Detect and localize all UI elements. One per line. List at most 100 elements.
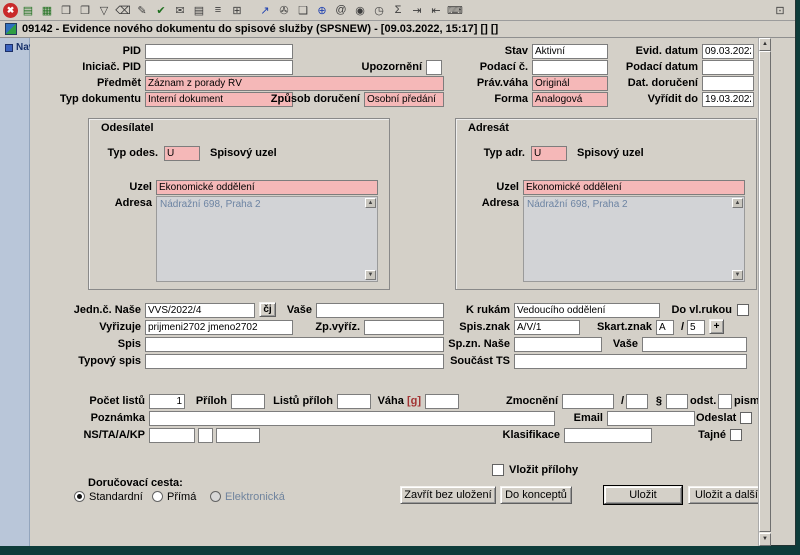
soucast-ts-field[interactable]: [514, 354, 747, 369]
podaci-c-label: Podací č.: [479, 61, 528, 73]
document-icon[interactable]: ▤: [190, 2, 208, 18]
help-icon[interactable]: ⊡: [771, 2, 789, 18]
print-icon[interactable]: ❒: [57, 2, 75, 18]
spis-label: Spis: [117, 338, 141, 350]
evid-datum-field[interactable]: [702, 44, 754, 59]
skart-znak-field[interactable]: [656, 320, 674, 335]
list-icon[interactable]: ≡: [209, 2, 227, 18]
spis-field[interactable]: [145, 337, 444, 352]
radio-prima[interactable]: [152, 491, 163, 502]
save-icon[interactable]: ▦: [38, 2, 56, 18]
email-at-icon[interactable]: @: [332, 2, 350, 18]
zp-vyriz-label: Zp.vyříz.: [315, 321, 360, 333]
scroll-down-icon[interactable]: ▼: [732, 270, 743, 280]
vyridit-do-field[interactable]: [702, 92, 754, 107]
vyrizuje-field[interactable]: [145, 320, 293, 335]
goto-icon[interactable]: ↗: [256, 2, 274, 18]
vyridit-do-label: Vyřídit do: [647, 93, 698, 105]
pocet-listu-field[interactable]: [149, 394, 185, 409]
confirm-icon[interactable]: ✔: [152, 2, 170, 18]
k-rukam-field[interactable]: [514, 303, 660, 318]
do-vl-rukou-checkbox[interactable]: [737, 304, 749, 316]
scrollbar-up-icon[interactable]: ▲: [759, 38, 771, 51]
podaci-c-field[interactable]: [532, 60, 608, 75]
eye-icon[interactable]: ◉: [351, 2, 369, 18]
titlebar: 09142 - Evidence nového dokumentu do spi…: [0, 21, 795, 38]
edit-icon[interactable]: ✎: [133, 2, 151, 18]
to-drafts-button[interactable]: Do konceptů: [500, 486, 572, 504]
forma-field[interactable]: [532, 92, 608, 107]
vlozit-prilohy-checkbox[interactable]: [492, 464, 504, 476]
odeslat-checkbox[interactable]: [740, 412, 752, 424]
exit-icon[interactable]: ✖: [3, 2, 18, 18]
spis-znak-field[interactable]: [514, 320, 580, 335]
radio-standardni[interactable]: [74, 491, 85, 502]
odst-field[interactable]: [718, 394, 732, 409]
keyboard-icon[interactable]: ⌨: [446, 2, 464, 18]
vase-field[interactable]: [316, 303, 444, 318]
copy-icon[interactable]: ❐: [76, 2, 94, 18]
ns-field-2[interactable]: [198, 428, 213, 443]
skart-lhuta-field[interactable]: [687, 320, 705, 335]
scroll-up-icon[interactable]: ▲: [732, 198, 743, 208]
predmet-field[interactable]: [145, 76, 444, 91]
filter-icon[interactable]: ▽: [95, 2, 113, 18]
email-field[interactable]: [607, 411, 695, 426]
skart-plus-button[interactable]: +: [709, 319, 724, 334]
adresat-adresa-field[interactable]: Nádražní 698, Praha 2 ▲ ▼: [523, 196, 745, 282]
mail-icon[interactable]: ✉: [171, 2, 189, 18]
poznamka-field[interactable]: [149, 411, 555, 426]
save-button[interactable]: Uložit: [603, 485, 683, 505]
clock-icon[interactable]: ◷: [370, 2, 388, 18]
grid-icon[interactable]: ⊞: [228, 2, 246, 18]
ns-field-3[interactable]: [216, 428, 260, 443]
iniciac-pid-field[interactable]: [145, 60, 293, 75]
typ-adr-field[interactable]: [531, 146, 567, 161]
ns-field-1[interactable]: [149, 428, 195, 443]
radio-elektronicka: [210, 491, 221, 502]
nav-panel[interactable]: Nav: [0, 38, 34, 546]
odesilatel-adresa-field[interactable]: Nádražní 698, Praha 2 ▲ ▼: [156, 196, 378, 282]
close-without-save-button[interactable]: Zavřít bez uložení: [400, 486, 496, 504]
vertical-scrollbar[interactable]: ▲ ▼: [758, 38, 771, 546]
typ-adr-label: Typ adr.: [483, 147, 525, 159]
scrollbar-down-icon[interactable]: ▼: [759, 533, 771, 546]
sp-zn-vase-label: Vaše: [612, 338, 638, 350]
odesilatel-adresa-text: Nádražní 698, Praha 2: [160, 199, 261, 210]
cj-button[interactable]: čj: [259, 302, 276, 317]
podaci-datum-field[interactable]: [702, 60, 754, 75]
pid-field[interactable]: [145, 44, 293, 59]
paragraf-field[interactable]: [666, 394, 688, 409]
odesilatel-uzel-field[interactable]: [156, 180, 378, 195]
poznamka-label: Poznámka: [90, 412, 145, 424]
scroll-down-icon[interactable]: ▼: [365, 270, 376, 280]
typ-odes-field[interactable]: [164, 146, 200, 161]
typovy-spis-field[interactable]: [145, 354, 444, 369]
new-document-icon[interactable]: ▤: [19, 2, 37, 18]
adresat-uzel-field[interactable]: [523, 180, 745, 195]
globe-icon[interactable]: ⊕: [313, 2, 331, 18]
tajne-checkbox[interactable]: [730, 429, 742, 441]
listu-priloh-field[interactable]: [337, 394, 371, 409]
vaha-field[interactable]: [425, 394, 459, 409]
stav-field[interactable]: [532, 44, 608, 59]
jednc-nase-field[interactable]: [145, 303, 255, 318]
zmocneni2-field[interactable]: [626, 394, 648, 409]
dat-doruceni-field[interactable]: [702, 76, 754, 91]
priloh-field[interactable]: [231, 394, 265, 409]
print-preview-icon[interactable]: ❑: [294, 2, 312, 18]
prav-vaha-field[interactable]: [532, 76, 608, 91]
import-icon[interactable]: ⇤: [427, 2, 445, 18]
save-and-next-button[interactable]: Uložit a další: [688, 486, 765, 504]
sp-zn-vase-field[interactable]: [642, 337, 747, 352]
sum-icon[interactable]: Σ: [389, 2, 407, 18]
attachment-icon[interactable]: ✇: [275, 2, 293, 18]
export-icon[interactable]: ⇥: [408, 2, 426, 18]
erase-icon[interactable]: ⌫: [114, 2, 132, 18]
scroll-up-icon[interactable]: ▲: [365, 198, 376, 208]
zmocneni-field[interactable]: [562, 394, 614, 409]
sp-zn-nase-field[interactable]: [514, 337, 602, 352]
klasifikace-field[interactable]: [564, 428, 652, 443]
zp-vyriz-field[interactable]: [364, 320, 444, 335]
scrollbar-thumb[interactable]: [759, 51, 771, 532]
